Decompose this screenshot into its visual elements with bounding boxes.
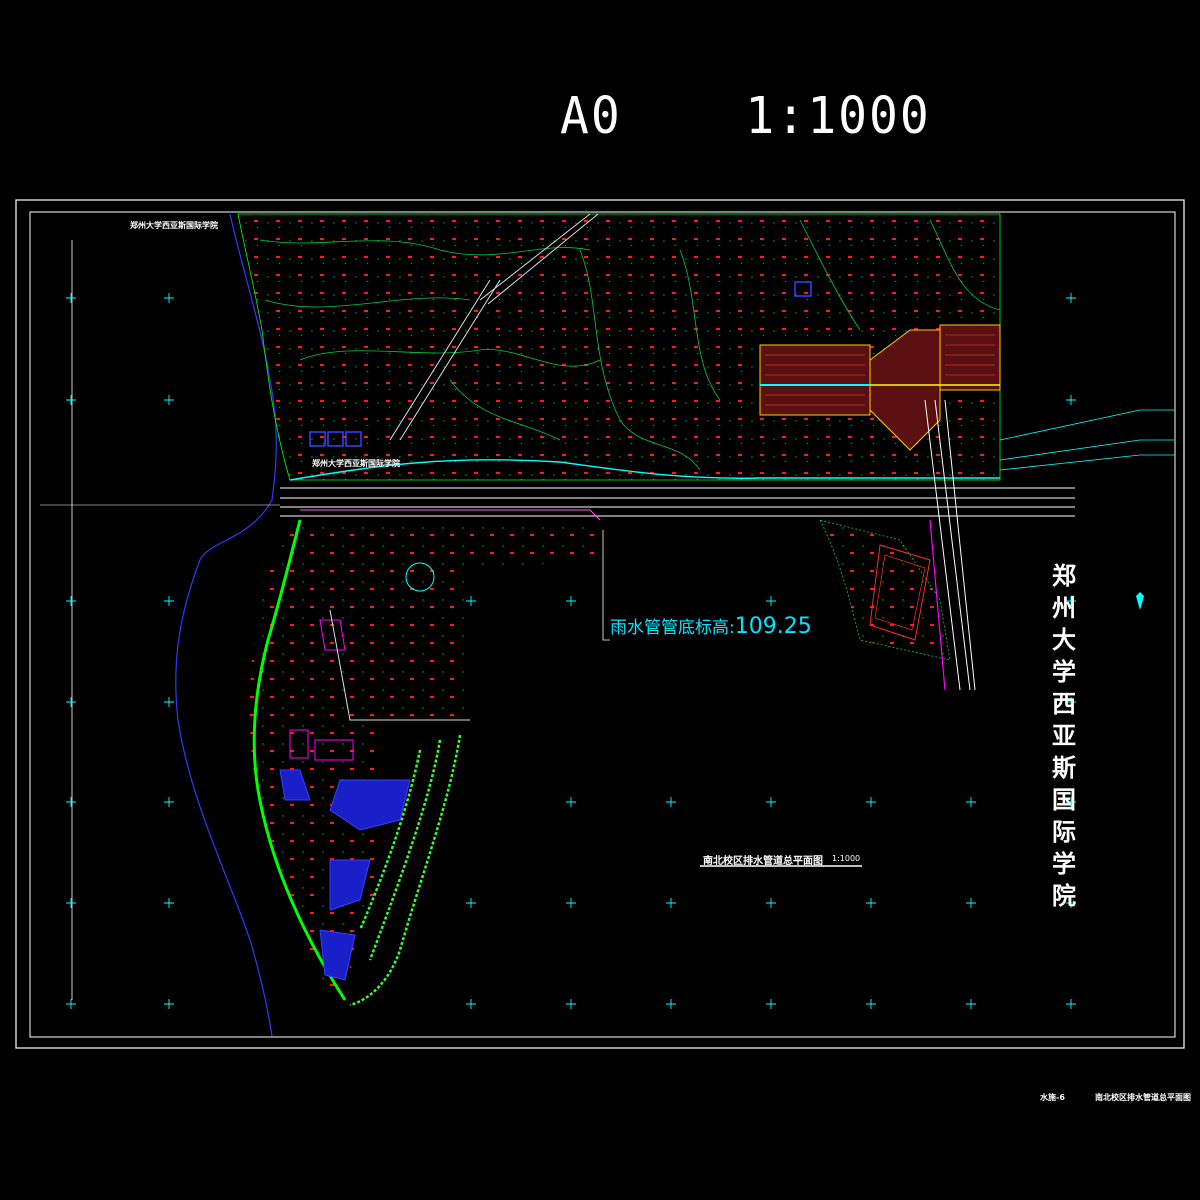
plan-title: 南北校区排水管道总平面图 <box>703 856 823 867</box>
rain-pipe-value: 109.25 <box>734 614 812 639</box>
road-label: 郑州大学西亚斯国际学院 <box>312 459 400 468</box>
top-left-label: 郑州大学西亚斯国际学院 <box>130 221 218 230</box>
manhole-icon <box>1136 592 1144 610</box>
leader-lines <box>999 409 1175 471</box>
footer-title: 南北校区排水管道总平面图 <box>1095 1093 1191 1102</box>
sheet-title: A0 1:1000 <box>560 86 931 146</box>
footer-sheet-no: 水施-6 <box>1040 1093 1065 1102</box>
north-campus-terrain <box>237 213 1001 481</box>
cad-drawing: ' ˇ ' <box>15 199 1185 1049</box>
rain-pipe-label: 雨水管管底标高: <box>610 618 735 638</box>
plan-scale: 1:1000 <box>832 854 861 863</box>
school-name: 郑州大学西亚斯国际学院 <box>1052 562 1076 910</box>
southeast-block <box>819 519 951 661</box>
main-road <box>40 487 1075 517</box>
rain-pipe-annotation: 雨水管管底标高:109.25 <box>610 613 812 639</box>
rain-callout <box>602 530 610 641</box>
pipe-pink <box>300 509 601 521</box>
south-campus-terrain <box>249 520 600 1000</box>
